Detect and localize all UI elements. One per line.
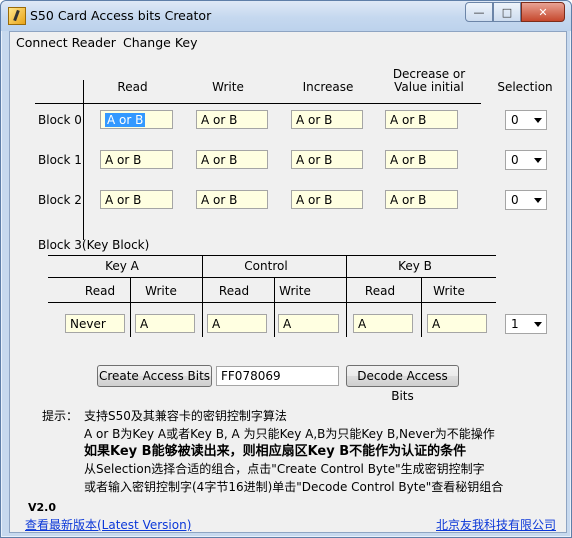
dropdown-arrow-icon	[534, 158, 542, 163]
hint-line-1: 支持S50及其兼容卡的密钥控制字算法	[84, 409, 287, 423]
block2-increase-field[interactable]: A or B	[291, 190, 363, 209]
hint-label: 提示：	[42, 409, 79, 423]
sub-header-control-write: Write	[279, 284, 311, 298]
hint-line-2: A or B为Key A或者Key B, A 为只能Key A,B为只能Key …	[84, 427, 495, 441]
control-read-field[interactable]: A	[207, 314, 267, 333]
block0-increase-field[interactable]: A or B	[291, 110, 363, 129]
key-a-read-field[interactable]: Never	[65, 314, 125, 333]
block2-read-field[interactable]: A or B	[100, 190, 173, 209]
row-label-block-1: Block 1	[38, 153, 82, 167]
key-table-top-line	[48, 255, 496, 256]
block1-increase-field[interactable]: A or B	[291, 150, 363, 169]
version-label: V2.0	[28, 501, 56, 514]
group-key-b: Key B	[398, 259, 432, 273]
maximize-button[interactable]: □	[493, 2, 521, 22]
title-bar: S50 Card Access bits Creator — □ ✕	[1, 1, 571, 31]
header-read: Read	[117, 80, 148, 94]
block1-write-field[interactable]: A or B	[196, 150, 268, 169]
sub-header-key-b-read: Read	[364, 284, 396, 298]
client-area: Connect Reader Change Key Read Write Inc…	[9, 31, 567, 533]
menu-connect-reader[interactable]: Connect Reader	[16, 35, 116, 50]
app-pen-icon	[8, 7, 26, 25]
block0-decrease-field[interactable]: A or B	[385, 110, 458, 129]
key-table-bottom-line	[48, 302, 496, 303]
window-title: S50 Card Access bits Creator	[30, 8, 212, 23]
app-window: S50 Card Access bits Creator — □ ✕ Conne…	[0, 0, 572, 538]
hint-line-3: 如果Key B能够被读出来，则相应扇区Key B不能作为认证的条件	[84, 444, 467, 459]
sub-header-key-b-write: Write	[433, 284, 465, 298]
sub-header-control-read: Read	[218, 284, 250, 298]
menu-change-key[interactable]: Change Key	[123, 35, 198, 50]
sub-header-key-a-write: Write	[145, 284, 177, 298]
block0-selection-combo[interactable]: 0	[505, 110, 547, 130]
access-bits-code-input[interactable]: FF078069	[216, 366, 339, 386]
latest-version-link[interactable]: 查看最新版本(Latest Version)	[25, 516, 191, 533]
group-control: Control	[244, 259, 288, 273]
block2-selection-combo[interactable]: 0	[505, 190, 547, 210]
header-increase: Increase	[302, 80, 354, 94]
block2-decrease-field[interactable]: A or B	[385, 190, 458, 209]
header-selection: Selection	[497, 80, 553, 94]
key-b-write-field[interactable]: A	[427, 314, 487, 333]
dropdown-arrow-icon	[534, 322, 542, 327]
dropdown-arrow-icon	[534, 118, 542, 123]
menu-bar: Connect Reader Change Key	[10, 32, 566, 52]
block1-read-field[interactable]: A or B	[100, 150, 173, 169]
key-table-divider-2	[346, 255, 347, 337]
blocks-table-header-divider	[35, 103, 481, 104]
header-decrease: Decrease or Value initial	[392, 67, 466, 94]
control-write-field[interactable]: A	[278, 314, 339, 333]
decode-access-bits-button[interactable]: Decode Access Bits	[346, 365, 459, 403]
minimize-button[interactable]: —	[465, 2, 493, 22]
key-b-read-field[interactable]: A	[353, 314, 413, 333]
row-label-block-2: Block 2	[38, 193, 82, 207]
company-link[interactable]: 北京友我科技有限公司	[436, 516, 556, 533]
block0-read-field[interactable]: A or B	[100, 110, 173, 129]
key-block-selection-combo[interactable]: 1	[505, 314, 547, 334]
blocks-table-vertical-divider	[83, 80, 84, 240]
create-access-bits-button[interactable]: Create Access Bits	[97, 365, 212, 387]
block1-selection-combo[interactable]: 0	[505, 150, 547, 170]
sub-header-key-a-read: Read	[84, 284, 116, 298]
row-label-block-0: Block 0	[38, 113, 82, 127]
key-table-subdivider-1	[130, 277, 131, 337]
hint-line-5: 或者输入密钥控制字(4字节16进制)单击"Decode Control Byte…	[84, 480, 504, 494]
key-a-write-field[interactable]: A	[135, 314, 195, 333]
group-key-a: Key A	[105, 259, 139, 273]
block0-write-field[interactable]: A or B	[196, 110, 268, 129]
key-table-subdivider-3	[421, 277, 422, 337]
block2-write-field[interactable]: A or B	[196, 190, 268, 209]
key-table-mid-line	[48, 277, 496, 278]
dropdown-arrow-icon	[534, 198, 542, 203]
key-block-title: Block 3(Key Block)	[38, 238, 150, 252]
key-table-divider-1	[202, 255, 203, 337]
header-write: Write	[212, 80, 244, 94]
block1-decrease-field[interactable]: A or B	[385, 150, 458, 169]
close-button[interactable]: ✕	[521, 2, 565, 22]
hint-line-4: 从Selection选择合适的组合，点击"Create Control Byte…	[84, 462, 485, 476]
